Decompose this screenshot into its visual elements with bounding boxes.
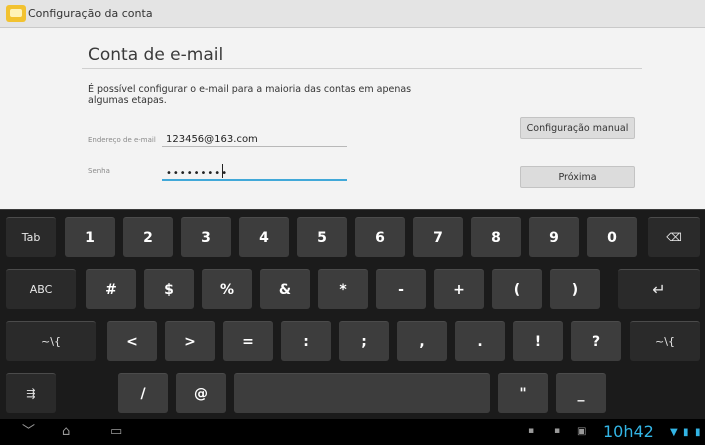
password-field[interactable]: ••••••••• <box>162 167 347 181</box>
key-period[interactable]: . <box>455 321 505 361</box>
key-double-quote[interactable]: " <box>498 373 548 413</box>
description-text: É possível configurar o e-mail para a ma… <box>88 84 412 106</box>
clock[interactable]: 10h42 <box>603 422 654 441</box>
key-comma[interactable]: , <box>397 321 447 361</box>
key-dollar[interactable]: $ <box>144 269 194 309</box>
key-2[interactable]: 2 <box>123 217 173 257</box>
email-app-icon <box>6 5 26 22</box>
key-underscore[interactable]: _ <box>556 373 606 413</box>
key-more-symbols-right[interactable]: ~\{ <box>630 321 700 361</box>
signal-icon: ▮ <box>683 427 689 438</box>
account-setup-form: Conta de e-mail É possível configurar o … <box>0 28 705 209</box>
page-title: Conta de e-mail <box>88 45 224 65</box>
home-icon[interactable]: ⌂ <box>62 425 70 438</box>
key-percent[interactable]: % <box>202 269 252 309</box>
key-8[interactable]: 8 <box>471 217 521 257</box>
key-less-than[interactable]: < <box>107 321 157 361</box>
key-6[interactable]: 6 <box>355 217 405 257</box>
key-hash[interactable]: # <box>86 269 136 309</box>
key-question[interactable]: ? <box>571 321 621 361</box>
key-open-paren[interactable]: ( <box>492 269 542 309</box>
notification-icon-2: ▪ <box>554 426 561 436</box>
key-more-symbols-left[interactable]: ~\{ <box>6 321 96 361</box>
email-label: Endereço de e-mail <box>88 136 156 144</box>
key-tab[interactable]: Tab <box>6 217 56 257</box>
email-field[interactable]: 123456@163.com <box>162 133 347 147</box>
notification-icon: ▪ <box>528 426 535 436</box>
key-ampersand[interactable]: & <box>260 269 310 309</box>
image-notification-icon: ▣ <box>577 426 587 437</box>
key-abc[interactable]: ABC <box>6 269 76 309</box>
key-asterisk[interactable]: * <box>318 269 368 309</box>
enter-icon[interactable]: ↵ <box>618 269 700 309</box>
title-bar: Configuração da conta <box>0 0 705 28</box>
battery-icon: ▮ <box>695 427 701 438</box>
key-exclamation[interactable]: ! <box>513 321 563 361</box>
key-space[interactable] <box>234 373 490 413</box>
text-cursor <box>222 164 223 178</box>
key-0[interactable]: 0 <box>587 217 637 257</box>
back-icon[interactable]: ﹀ <box>22 425 35 438</box>
key-plus[interactable]: + <box>434 269 484 309</box>
on-screen-keyboard: Tab 1 2 3 4 5 6 7 8 9 0 ⌫ ABC # $ % & * … <box>0 209 705 420</box>
backspace-icon[interactable]: ⌫ <box>648 217 700 257</box>
wifi-icon: ▼ <box>670 427 678 438</box>
password-label: Senha <box>88 167 110 175</box>
system-nav-bar: ﹀ ⌂ ▭ ▪ ▪ ▣ 10h42 ▼ ▮ ▮ <box>0 419 705 445</box>
key-colon[interactable]: : <box>281 321 331 361</box>
key-9[interactable]: 9 <box>529 217 579 257</box>
key-greater-than[interactable]: > <box>165 321 215 361</box>
key-at[interactable]: @ <box>176 373 226 413</box>
key-3[interactable]: 3 <box>181 217 231 257</box>
next-button[interactable]: Próxima <box>520 166 635 188</box>
key-minus[interactable]: - <box>376 269 426 309</box>
key-slash[interactable]: / <box>118 373 168 413</box>
key-close-paren[interactable]: ) <box>550 269 600 309</box>
key-semicolon[interactable]: ; <box>339 321 389 361</box>
recents-icon[interactable]: ▭ <box>110 425 122 438</box>
key-4[interactable]: 4 <box>239 217 289 257</box>
key-1[interactable]: 1 <box>65 217 115 257</box>
settings-icon[interactable]: ⇶ <box>6 373 56 413</box>
heading-divider <box>82 68 642 69</box>
key-equals[interactable]: = <box>223 321 273 361</box>
key-5[interactable]: 5 <box>297 217 347 257</box>
key-7[interactable]: 7 <box>413 217 463 257</box>
manual-setup-button[interactable]: Configuração manual <box>520 117 635 139</box>
window-title: Configuração da conta <box>28 7 153 20</box>
